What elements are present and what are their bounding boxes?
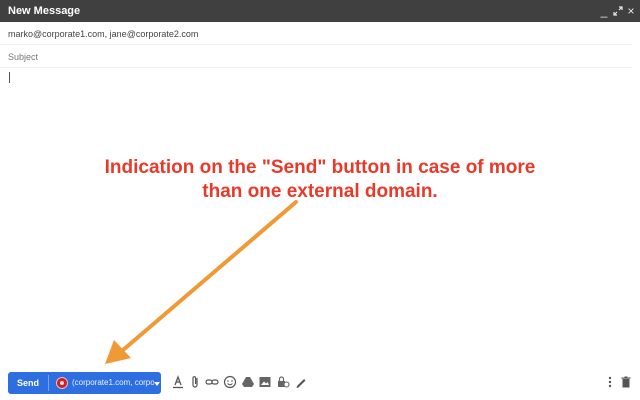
link-icon[interactable] bbox=[204, 374, 220, 390]
annotation-arrow bbox=[105, 200, 298, 364]
external-domains-text: (corporate1.com, corporate bbox=[72, 378, 154, 387]
drive-icon[interactable] bbox=[240, 374, 256, 390]
photo-icon[interactable] bbox=[257, 374, 273, 390]
arrow-shaft bbox=[121, 200, 298, 352]
send-button-divider bbox=[48, 375, 49, 391]
more-options-icon[interactable] bbox=[602, 374, 618, 390]
attach-icon[interactable] bbox=[187, 374, 203, 390]
trash-icon[interactable] bbox=[618, 374, 634, 390]
signature-icon[interactable] bbox=[293, 374, 309, 390]
emoji-icon[interactable] bbox=[222, 374, 238, 390]
external-domain-warning-icon bbox=[56, 377, 68, 389]
send-button-label[interactable]: Send bbox=[8, 372, 48, 394]
confidential-icon[interactable] bbox=[275, 374, 291, 390]
chevron-down-icon[interactable] bbox=[154, 382, 160, 386]
arrow-head bbox=[105, 340, 131, 364]
send-button[interactable]: Send (corporate1.com, corporate bbox=[8, 372, 161, 394]
format-text-icon[interactable] bbox=[170, 374, 186, 390]
